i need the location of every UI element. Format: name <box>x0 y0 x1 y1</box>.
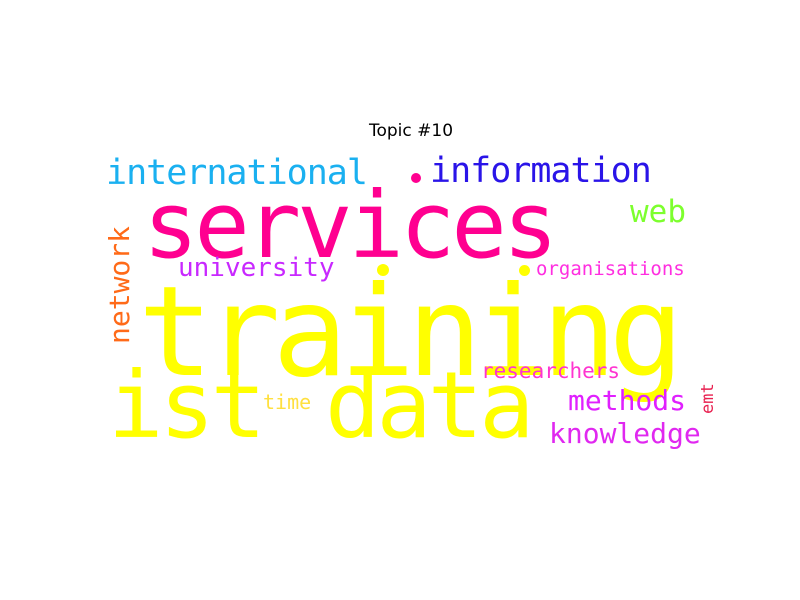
word-ist: ist <box>108 352 266 459</box>
word-time: time <box>263 390 312 414</box>
word-researchers: researchers <box>481 359 621 383</box>
word-international: international <box>106 153 368 193</box>
dot-yellow-right <box>519 265 530 276</box>
word-knowledge: knowledge <box>549 417 701 450</box>
word-web: web <box>630 194 686 230</box>
word-network: network <box>103 225 136 344</box>
figure-title: Topic #10 <box>368 121 454 141</box>
word-emt: emt <box>698 383 718 414</box>
word-university: university <box>178 253 335 283</box>
word-organisations: organisations <box>536 258 685 280</box>
dot-yellow-left <box>377 264 389 276</box>
dot-magenta <box>411 173 421 183</box>
word-methods: methods <box>568 384 687 417</box>
word-information: information <box>430 151 652 191</box>
wordcloud-figure: Topic #10 training services ist data int… <box>0 0 800 600</box>
